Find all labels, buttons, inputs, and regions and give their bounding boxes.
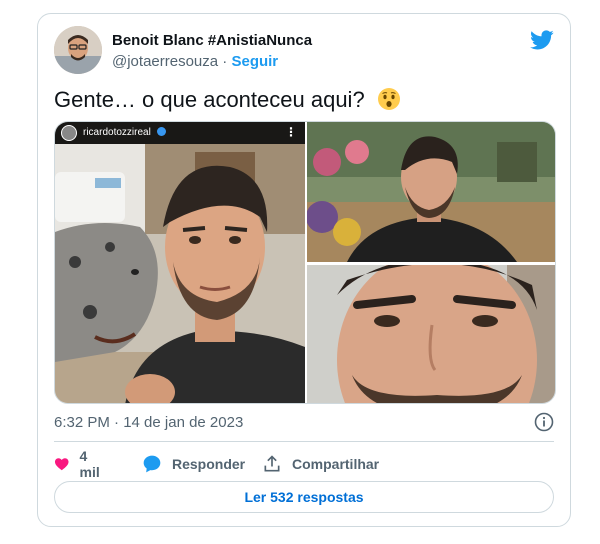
tweet-media-grid[interactable]: ricardotozzireal ⋮ [54,121,556,404]
heart-icon [54,458,69,471]
tweet-card: Benoit Blanc #AnistiaNunca @jotaerresouz… [37,13,571,527]
more-options-icon: ⋮ [285,125,297,139]
tweet-text-content: Gente… o que aconteceu aqui? [54,87,365,112]
author-handle[interactable]: @jotaerresouza [112,53,218,70]
author-display-name[interactable]: Benoit Blanc #AnistiaNunca [112,31,312,50]
like-button[interactable]: 4 mil [54,448,104,480]
divider [54,441,554,442]
twitter-bird-icon[interactable] [530,28,554,52]
reply-label: Responder [172,456,246,472]
like-count: 4 mil [79,448,100,480]
tweet-timestamp[interactable]: 6:32 PM · 14 de jan de 2023 [54,414,243,431]
verified-badge-icon [156,127,166,136]
share-upload-icon [264,455,280,472]
instagram-username-text: ricardotozzireal [83,127,151,138]
info-icon[interactable] [534,412,554,432]
astonished-face-emoji-icon [377,87,401,118]
photo-man-in-garden[interactable] [307,122,555,262]
share-label: Compartilhar [292,456,380,472]
share-button[interactable]: Compartilhar [262,452,379,476]
handle-separator: · [222,53,228,70]
photo-selfie-with-dog[interactable]: ricardotozzireal ⋮ [55,122,305,403]
read-replies-button[interactable]: Ler 532 respostas [54,481,554,513]
follow-button[interactable]: Seguir [231,53,278,70]
tweet-header: Benoit Blanc #AnistiaNunca @jotaerresouz… [54,26,554,76]
photo-face-closeup[interactable] [307,265,555,403]
author-names: Benoit Blanc #AnistiaNunca @jotaerresouz… [112,31,312,72]
tweet-text: Gente… o que aconteceu aqui? [54,86,401,118]
author-handle-row: @jotaerresouza · Seguir [112,52,312,72]
instagram-username: ricardotozzireal [83,127,166,138]
avatar[interactable] [54,26,102,74]
reply-bubble-icon [143,455,161,473]
instagram-avatar [61,125,77,141]
instagram-header-bar: ricardotozzireal ⋮ [55,122,305,144]
reply-button[interactable]: Responder [142,452,245,476]
